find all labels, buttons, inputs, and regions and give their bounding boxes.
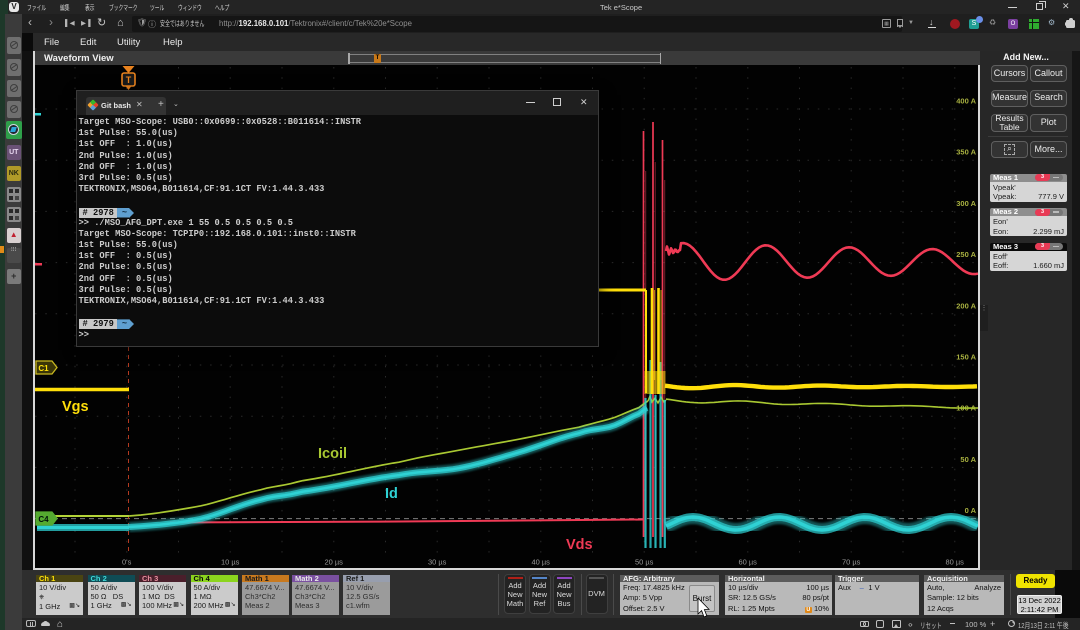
svg-text:C4: C4 [38, 515, 49, 524]
svg-text:Vgs: Vgs [62, 399, 89, 415]
svg-text:70 µs: 70 µs [842, 558, 861, 567]
svg-text:50 A: 50 A [960, 455, 976, 464]
svg-text:Id: Id [385, 486, 398, 502]
svg-text:Vds: Vds [566, 537, 593, 553]
svg-text:300 A: 300 A [956, 199, 976, 208]
svg-text:Icoil: Icoil [318, 446, 347, 462]
svg-text:30 µs: 30 µs [428, 558, 447, 567]
svg-text:10 µs: 10 µs [221, 558, 240, 567]
svg-text:60 µs: 60 µs [738, 558, 757, 567]
svg-text:T: T [126, 75, 132, 85]
svg-text:C1: C1 [38, 364, 49, 373]
svg-text:400 A: 400 A [956, 97, 976, 106]
svg-text:250 A: 250 A [956, 250, 976, 259]
svg-text:0's: 0's [122, 558, 132, 567]
svg-text:150 A: 150 A [956, 353, 976, 362]
svg-text:40 µs: 40 µs [531, 558, 550, 567]
svg-text:200 A: 200 A [956, 301, 976, 310]
svg-text:20 µs: 20 µs [324, 558, 343, 567]
svg-text:50 µs: 50 µs [635, 558, 654, 567]
svg-text:350 A: 350 A [956, 148, 976, 157]
svg-text:80 µs: 80 µs [945, 558, 964, 567]
